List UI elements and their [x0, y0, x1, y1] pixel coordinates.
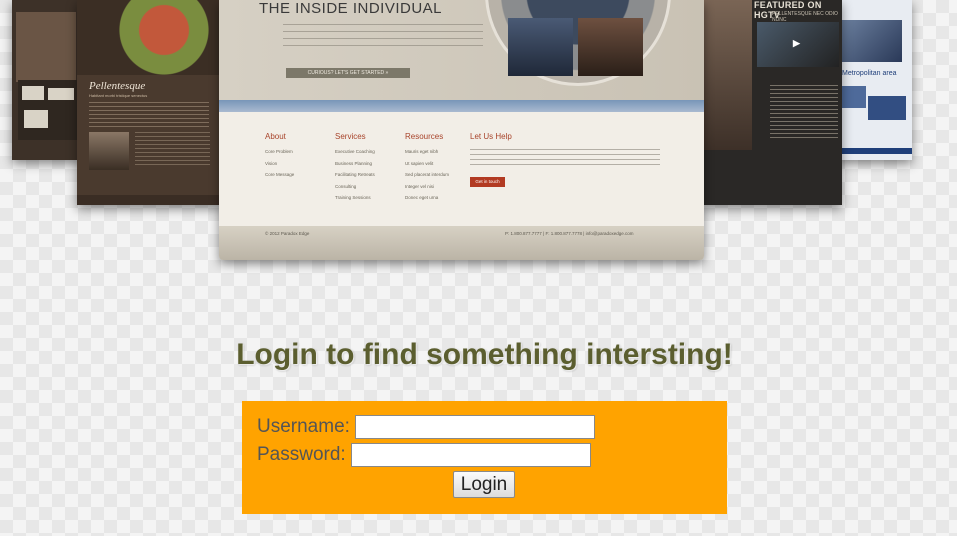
center-column-item: Consulting: [335, 183, 357, 189]
username-input[interactable]: [354, 415, 595, 439]
portfolio-screenshot-center: THE INSIDE INDIVIDUAL CURIOUS? LET'S GET…: [219, 0, 704, 260]
center-title: THE INSIDE INDIVIDUAL: [259, 0, 443, 17]
center-column-item: Core Message: [265, 172, 295, 177]
center-column-heading: Services: [335, 132, 366, 141]
center-help-button: Get in touch: [470, 177, 505, 187]
center-columns: About Core Problem Vision Core Message Servi…: [265, 132, 685, 222]
center-column: Resources Mauris eget nibh Ut sapien velit…: [405, 132, 449, 207]
center-column-item: Training Sessions: [335, 195, 371, 200]
play-icon: ▶: [793, 38, 800, 48]
portfolio-screenshot-far-right: Metropolitan area: [838, 0, 912, 160]
center-copyright: © 2012 Paradox Edge: [265, 231, 310, 236]
center-column-heading: Let Us Help: [470, 132, 512, 141]
right-far-title: Metropolitan area: [842, 70, 897, 77]
center-column-item: Mauris eget nibh: [405, 149, 439, 154]
center-column-heading: Resources: [405, 132, 444, 141]
center-column-item: Business Planning: [335, 160, 373, 166]
center-contact: P: 1.800.877.7777 | F: 1.800.877.7778 | …: [505, 231, 634, 236]
hero-showcase: Pellentesque Habitant morbi tristique se…: [0, 0, 957, 270]
portfolio-screenshot-left: Pellentesque Habitant morbi tristique se…: [77, 0, 222, 205]
center-column: Services Executive Coaching Business Plann…: [335, 132, 375, 207]
portfolio-screenshot-far-left: [12, 0, 82, 160]
left-tagline: Habitant morbi tristique senectus: [89, 93, 148, 98]
center-column-heading: About: [265, 132, 286, 141]
password-input[interactable]: [350, 443, 591, 467]
password-label: Password:: [257, 444, 346, 465]
portfolio-screenshot-right: FEATURED ON HGTV PELLENTESQUE NEC ODIO N…: [702, 0, 842, 205]
center-column: Let Us Help Get in touch: [470, 132, 660, 187]
login-form: Username: Password: Login: [242, 401, 727, 514]
center-column-item: Vision: [265, 160, 278, 166]
center-column-item: Donec eget urna: [405, 195, 439, 200]
left-brand: Pellentesque: [89, 80, 146, 92]
page-heading: Login to find something intersting!: [236, 338, 733, 371]
center-column-item: Facilitating Retreats: [335, 172, 375, 177]
center-column-item: Core Problem: [265, 149, 293, 154]
center-cta: CURIOUS? LET'S GET STARTED »: [286, 68, 410, 78]
login-button[interactable]: Login: [453, 471, 515, 498]
center-column-item: Executive Coaching: [335, 149, 375, 154]
center-column-item: Ut sapien velit: [405, 160, 434, 166]
center-column: About Core Problem Vision Core Message: [265, 132, 294, 184]
team-photo-circle: [485, 0, 671, 86]
video-thumbnail: ▶: [757, 22, 839, 67]
center-column-item: Integer vel nisi: [405, 183, 435, 189]
center-column-item: Sed placerat interdum: [405, 172, 450, 177]
username-label: Username:: [257, 416, 350, 437]
